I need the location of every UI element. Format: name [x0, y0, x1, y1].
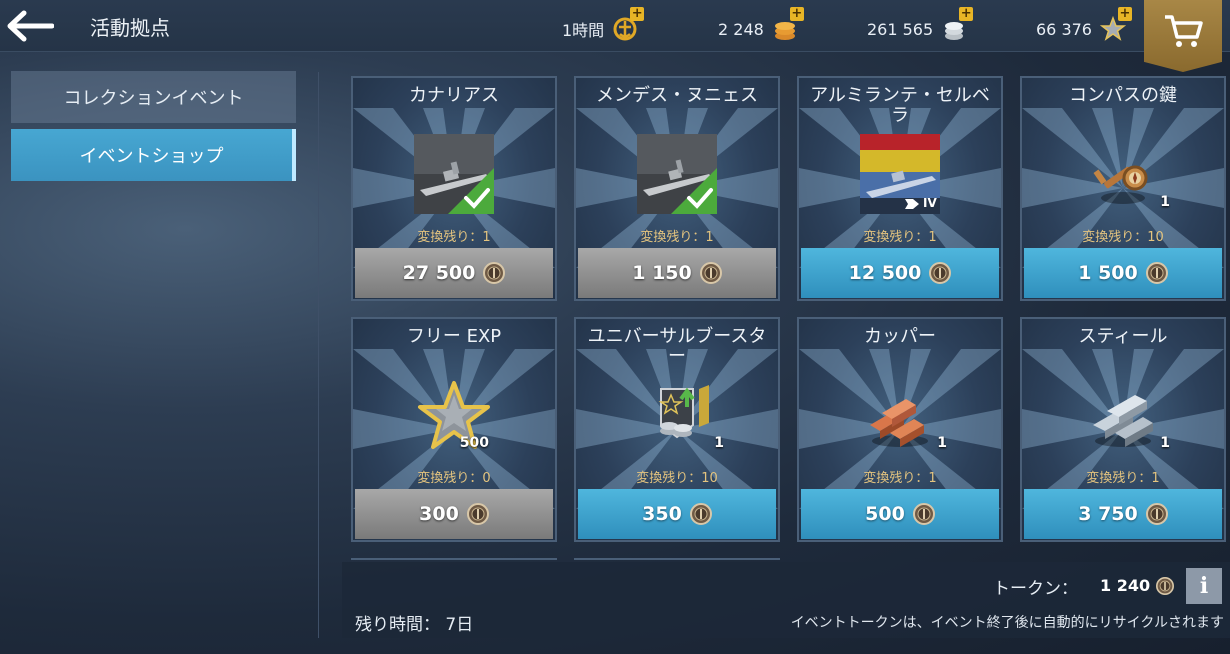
premium-time-value: 1時間 — [562, 21, 605, 40]
item-name: カナリアス — [409, 85, 499, 106]
item-name: カッパー — [864, 326, 936, 347]
add-premium-button[interactable]: + — [630, 7, 645, 21]
sidebar-item-label: コレクションイベント — [63, 88, 244, 109]
item-price: 300 — [419, 503, 459, 525]
info-icon: i — [1199, 573, 1209, 599]
item-remaining: 変換残り：1 — [1086, 471, 1160, 486]
shop-item-universal-booster[interactable]: ユニバーサルブースター 1 変換残り：10 350 — [574, 317, 780, 542]
shop-item-canarias[interactable]: カナリアス 変換残り：1 27 500 — [351, 76, 557, 301]
item-remaining: 変換残り：1 — [417, 230, 491, 245]
free-exp-resource[interactable]: 66 376 + — [1036, 7, 1132, 42]
token-recycle-note: イベントトークンは、イベント終了後に自動的にリサイクルされます — [790, 615, 1224, 631]
item-name: コンパスの鍵 — [1069, 85, 1177, 106]
item-price: 12 500 — [848, 262, 922, 284]
shop-cart-button[interactable] — [1144, 0, 1222, 72]
item-price: 1 500 — [1078, 262, 1138, 284]
cruiser-almirante-cervera-icon: IV — [860, 134, 940, 214]
item-price-button[interactable]: 3 750 — [1024, 489, 1222, 539]
event-token-icon — [466, 503, 489, 525]
item-quantity: 1 — [937, 435, 947, 451]
shop-item-copper[interactable]: カッパー 1 変換残り：1 500 — [797, 317, 1003, 542]
token-label: トークン： — [993, 579, 1078, 599]
universal-booster-icon — [637, 375, 717, 455]
item-name: スティール — [1078, 326, 1168, 347]
sidebar-item-event-shop[interactable]: イベントショップ — [11, 129, 296, 181]
item-name: フリー EXP — [406, 326, 502, 347]
item-price: 1 150 — [632, 262, 692, 284]
add-free-exp-button[interactable]: + — [1117, 7, 1132, 21]
compass-key-icon — [1083, 134, 1163, 214]
event-token-icon — [699, 262, 722, 284]
token-balance-value: 1 240 — [1100, 576, 1151, 595]
event-token-icon — [1145, 262, 1168, 284]
shop-item-compass-key[interactable]: コンパスの鍵 1 変換残り：10 1 500 — [1020, 76, 1226, 301]
back-button[interactable] — [4, 6, 56, 46]
item-remaining: 変換残り：10 — [636, 471, 718, 486]
add-gold-button[interactable]: + — [789, 7, 804, 21]
gold-resource[interactable]: 2 248 + — [718, 7, 804, 42]
shopping-cart-icon — [1165, 15, 1203, 47]
shop-item-steel[interactable]: スティール 1 変換残り：1 3 750 — [1020, 317, 1226, 542]
event-token-icon — [929, 262, 952, 284]
shop-item-free-exp[interactable]: フリー EXP 500 変換残り：0 300 — [351, 317, 557, 542]
gold-value: 2 248 — [718, 19, 764, 39]
free-exp-value: 66 376 — [1036, 19, 1092, 39]
premium-account-icon: + — [612, 7, 645, 42]
item-remaining: 変換残り：1 — [863, 230, 937, 245]
event-token-icon — [483, 262, 506, 284]
token-balance: 1 240 — [1100, 576, 1175, 595]
sidebar-item-label: イベントショップ — [79, 146, 224, 167]
shop-item-mendez-nunez[interactable]: メンデス・ヌニェス 変換残り：1 1 150 — [574, 76, 780, 301]
item-remaining: 変換残り：0 — [417, 471, 491, 486]
credits-value: 261 565 — [867, 19, 934, 39]
item-price: 27 500 — [402, 262, 476, 284]
top-bar: 活動拠点 1時間 + 2 248 + 261 565 + 66 376 + — [0, 0, 1230, 72]
item-price-button[interactable]: 500 — [801, 489, 999, 539]
item-remaining: 変換残り：1 — [863, 471, 937, 486]
credits-icon: + — [941, 7, 974, 42]
sidebar-item-collection-event[interactable]: コレクションイベント — [11, 71, 296, 123]
event-token-icon — [1156, 576, 1175, 595]
item-remaining: 変換残り：10 — [1082, 230, 1164, 245]
copper-ingots-icon — [860, 375, 940, 455]
item-name: メンデス・ヌニェス — [596, 85, 758, 106]
item-price-button[interactable]: 1 500 — [1024, 248, 1222, 298]
item-remaining: 変換残り：1 — [640, 230, 714, 245]
event-token-icon — [1145, 503, 1168, 525]
gold-coins-icon: + — [772, 7, 804, 42]
sidebar-divider — [318, 72, 319, 638]
item-price-button[interactable]: 12 500 — [801, 248, 999, 298]
cruiser-mendez-nunez-icon — [637, 134, 717, 214]
item-price: 3 750 — [1078, 503, 1138, 525]
item-quantity: 1 — [714, 435, 724, 451]
item-price-button[interactable]: 300 — [355, 489, 553, 539]
shop-item-almirante-cervera[interactable]: アルミランテ・セルベラ IV 変換残り：1 12 500 — [797, 76, 1003, 301]
item-quantity: 500 — [459, 435, 489, 451]
credits-resource[interactable]: 261 565 + — [867, 7, 974, 42]
cruiser-class-icon — [905, 199, 919, 209]
free-exp-star-icon: + — [1099, 7, 1132, 42]
item-price-button[interactable]: 350 — [578, 489, 776, 539]
item-price: 350 — [642, 503, 682, 525]
ship-tier: IV — [923, 196, 937, 210]
item-price-button[interactable]: 1 150 — [578, 248, 776, 298]
steel-ingots-icon — [1083, 375, 1163, 455]
page-title: 活動拠点 — [90, 16, 170, 40]
item-quantity: 1 — [1160, 435, 1170, 451]
event-token-icon — [912, 503, 935, 525]
premium-time-resource[interactable]: 1時間 + — [562, 7, 645, 42]
add-credits-button[interactable]: + — [959, 7, 974, 21]
battleship-canarias-icon — [414, 134, 494, 214]
item-price: 500 — [865, 503, 905, 525]
event-token-icon — [689, 503, 712, 525]
event-time-left: 残り時間： 7日 — [355, 615, 474, 635]
item-name: ユニバーサルブースター — [587, 326, 767, 367]
item-quantity: 1 — [1160, 194, 1170, 210]
back-arrow-icon — [7, 10, 54, 42]
info-button[interactable]: i — [1186, 568, 1222, 604]
item-price-button[interactable]: 27 500 — [355, 248, 553, 298]
item-name: アルミランテ・セルベラ — [810, 85, 990, 126]
